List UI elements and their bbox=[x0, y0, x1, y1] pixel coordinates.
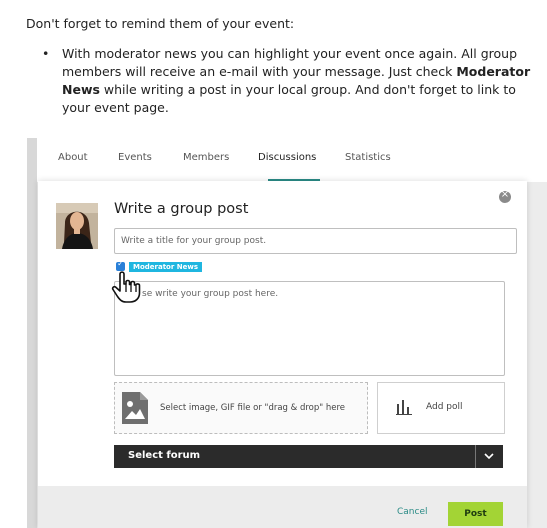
select-forum-dropdown[interactable]: Select forum bbox=[114, 445, 503, 468]
post-button[interactable]: Post bbox=[448, 502, 503, 526]
bullet-dot: • bbox=[42, 46, 50, 61]
add-poll-label: Add poll bbox=[426, 402, 463, 412]
dropdown-divider bbox=[475, 445, 476, 468]
hand-cursor-icon bbox=[111, 271, 141, 303]
bullet-text-suffix: while writing a post in your local group… bbox=[62, 82, 516, 115]
avatar bbox=[56, 203, 98, 249]
select-forum-label: Select forum bbox=[128, 450, 201, 461]
chevron-down-icon bbox=[484, 453, 494, 460]
post-body-placeholder: se write your group post here. bbox=[142, 289, 279, 299]
bullet-text-prefix: With moderator news you can highlight yo… bbox=[62, 46, 518, 79]
post-body-textarea[interactable]: se write your group post here. bbox=[114, 281, 505, 376]
tab-events[interactable]: Events bbox=[118, 152, 152, 163]
panel-left-border bbox=[27, 138, 37, 528]
cancel-button[interactable]: Cancel bbox=[397, 507, 428, 517]
modal-heading: Write a group post bbox=[114, 201, 249, 217]
checkbox-checked-icon[interactable]: ✓ bbox=[116, 259, 125, 271]
intro-text: Don't forget to remind them of your even… bbox=[26, 16, 295, 31]
upload-label: Select image, GIF file or "drag & drop" … bbox=[160, 403, 346, 413]
image-icon bbox=[122, 392, 148, 424]
poll-icon bbox=[396, 400, 412, 415]
intro: Don't forget to remind them of your even… bbox=[26, 14, 294, 33]
bullet-text: With moderator news you can highlight yo… bbox=[62, 45, 532, 117]
close-icon[interactable]: × bbox=[499, 189, 511, 203]
tab-discussions[interactable]: Discussions bbox=[258, 152, 316, 163]
write-post-modal: × Write a group post Write a title for y… bbox=[38, 181, 527, 528]
image-upload-dropzone[interactable]: Select image, GIF file or "drag & drop" … bbox=[114, 382, 368, 434]
tab-members[interactable]: Members bbox=[183, 152, 229, 163]
post-title-input[interactable]: Write a title for your group post. bbox=[114, 228, 517, 254]
add-poll-button[interactable]: Add poll bbox=[377, 382, 505, 434]
tab-about[interactable]: About bbox=[58, 152, 88, 163]
group-tabs: About Events Members Discussions Statist… bbox=[37, 138, 547, 182]
tab-statistics[interactable]: Statistics bbox=[345, 152, 391, 163]
